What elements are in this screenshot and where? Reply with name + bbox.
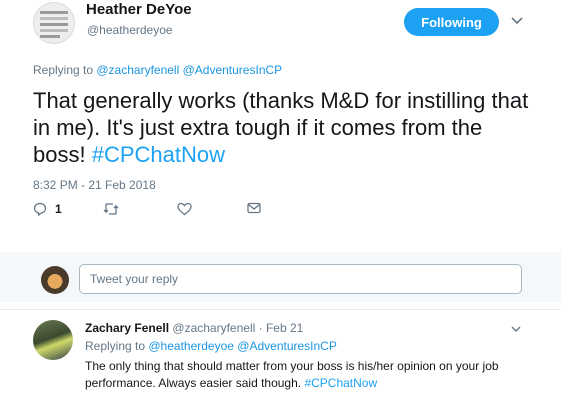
reply-count: 1 xyxy=(55,202,62,216)
replying-prefix: Replying to xyxy=(33,63,97,77)
reply-author-avatar[interactable] xyxy=(33,320,73,360)
retweet-icon xyxy=(103,203,119,215)
like-icon xyxy=(177,202,192,216)
reply-tweet-text: The only thing that should matter from y… xyxy=(85,358,525,392)
reply-composer: Tweet your reply xyxy=(0,252,561,308)
following-button[interactable]: Following xyxy=(404,8,499,36)
tweet-timestamp[interactable]: 8:32 PM - 21 Feb 2018 xyxy=(33,178,156,192)
replying-to: Replying to @zacharyfenell @AdventuresIn… xyxy=(33,63,282,77)
reply-header: Zachary Fenell @zacharyfenell · Feb 21 xyxy=(85,321,303,335)
retweet-button[interactable] xyxy=(103,202,119,216)
direct-message-button[interactable] xyxy=(247,202,261,214)
reply-replying-prefix: Replying to xyxy=(85,339,149,353)
reply-replying-mentions[interactable]: @heatherdeyoe @AdventuresInCP xyxy=(148,339,336,353)
avatar-image-icon xyxy=(34,3,74,43)
reply-handle-date[interactable]: @zacharyfenell · Feb 21 xyxy=(172,321,303,335)
reply-body: The only thing that should matter from y… xyxy=(85,359,499,390)
message-icon xyxy=(247,202,261,214)
chevron-down-icon[interactable] xyxy=(510,13,524,27)
author-avatar[interactable] xyxy=(33,2,75,44)
current-user-avatar xyxy=(41,266,69,294)
main-tweet: Heather DeYoe @heatherdeyoe Following Re… xyxy=(0,0,561,252)
reply-replying-to: Replying to @heatherdeyoe @AdventuresInC… xyxy=(85,339,337,353)
tweet-text: That generally works (thanks M&D for ins… xyxy=(33,87,533,168)
like-button[interactable] xyxy=(177,202,192,216)
reply-button[interactable]: 1 xyxy=(33,202,62,216)
reply-author-name[interactable]: Zachary Fenell xyxy=(85,321,169,335)
hashtag-link[interactable]: #CPChatNow xyxy=(92,142,225,167)
chevron-down-icon[interactable] xyxy=(510,323,522,335)
replying-mentions[interactable]: @zacharyfenell @AdventuresInCP xyxy=(96,63,282,77)
reply-hashtag-link[interactable]: #CPChatNow xyxy=(304,376,377,390)
author-handle[interactable]: @heatherdeyoe xyxy=(87,23,173,37)
reply-icon xyxy=(33,202,47,216)
reply-tweet[interactable]: Zachary Fenell @zacharyfenell · Feb 21 R… xyxy=(0,310,561,405)
author-name[interactable]: Heather DeYoe xyxy=(86,1,192,18)
tweet-reply-input[interactable]: Tweet your reply xyxy=(79,264,522,294)
